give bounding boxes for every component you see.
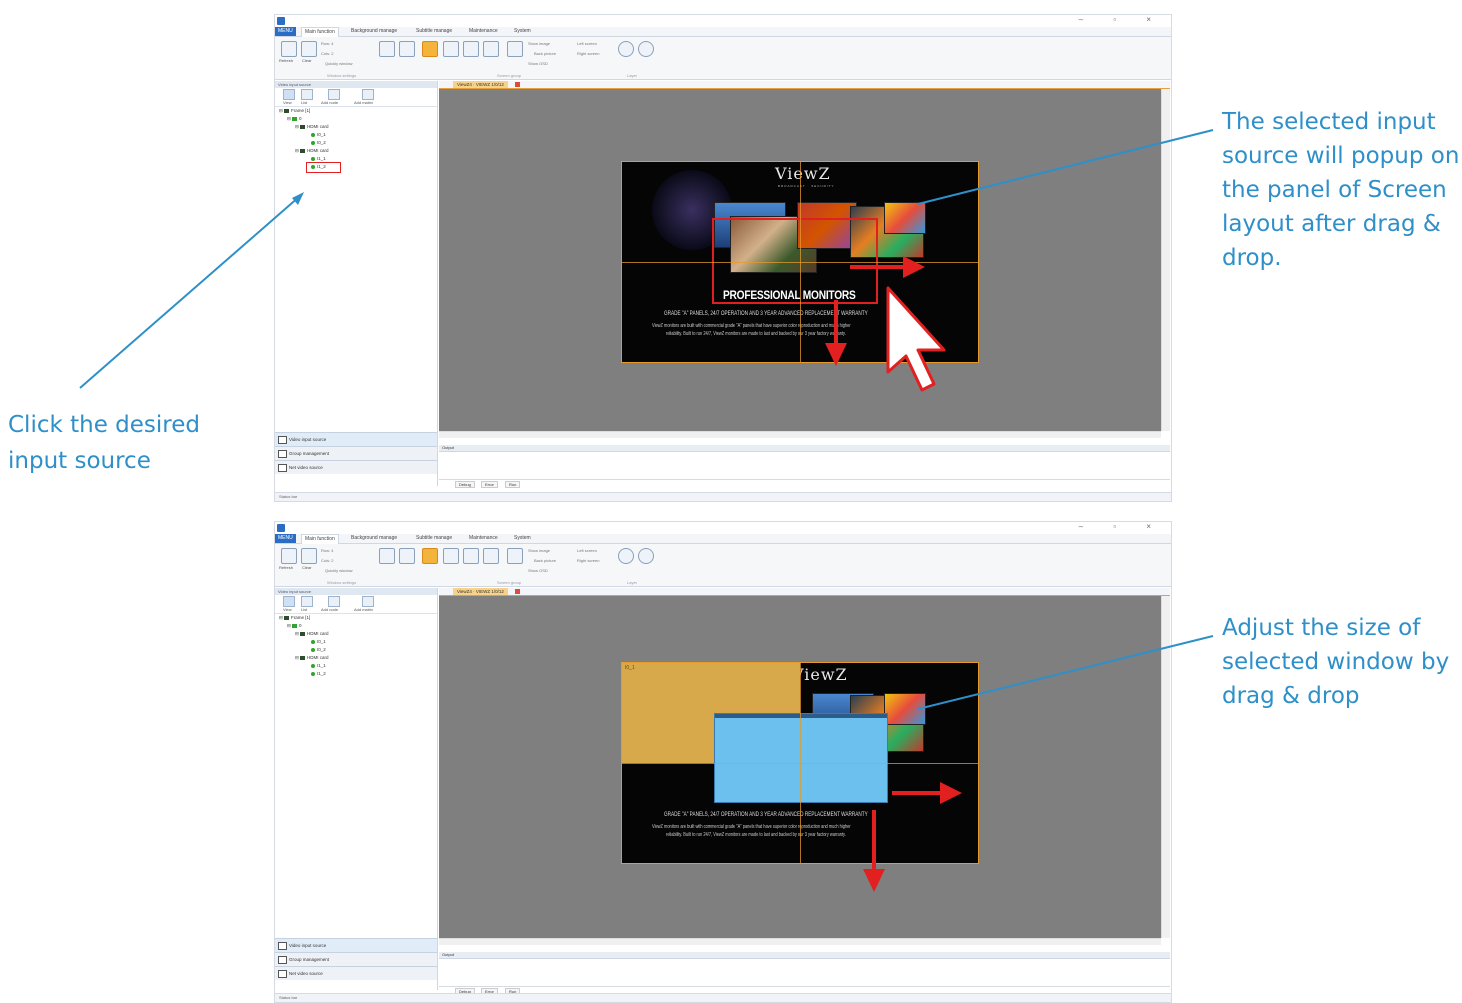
callout-leader-line — [917, 635, 1214, 710]
arrowhead-right — [940, 782, 962, 804]
arrowhead-right — [903, 256, 925, 278]
callout-click-source: Click the desired input source — [8, 407, 200, 479]
callout-line: The selected input — [1222, 109, 1436, 135]
callout-line: drop. — [1222, 245, 1282, 271]
callout-line: the panel of Screen — [1222, 177, 1447, 203]
arrowhead-down — [825, 343, 847, 366]
callout-popup: The selected input source will popup on … — [1222, 105, 1459, 275]
callout-line: Adjust the size of — [1222, 615, 1421, 641]
arrowhead-down — [863, 869, 885, 892]
callout-line: selected window by — [1222, 649, 1450, 675]
callout-line: input source — [8, 448, 151, 474]
callout-adjust-size: Adjust the size of selected window by dr… — [1222, 611, 1449, 713]
callout-leader-line — [917, 129, 1214, 205]
callout-line: drag & drop — [1222, 683, 1360, 709]
callout-line: source will popup on — [1222, 143, 1460, 169]
mouse-cursor-icon — [886, 286, 946, 392]
callout-arrowhead — [292, 192, 304, 205]
callout-leader-line — [79, 195, 301, 389]
callout-line: layout after drag & — [1222, 211, 1441, 237]
callout-line: Click the desired — [8, 412, 200, 438]
